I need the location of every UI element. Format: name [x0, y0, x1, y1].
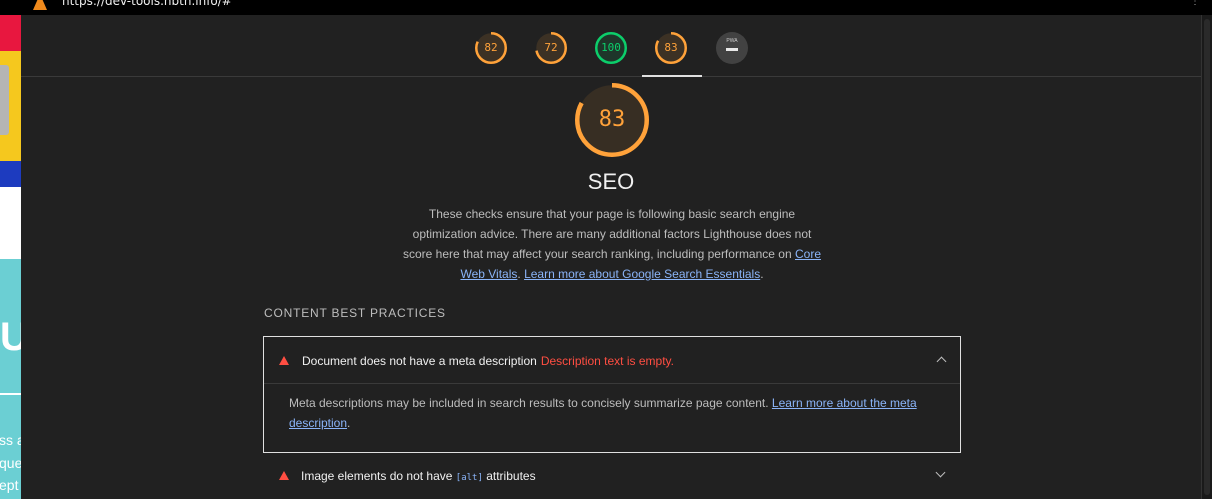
fail-triangle-icon	[279, 356, 289, 365]
bg-divider	[0, 393, 21, 395]
pwa-label: PWA	[726, 38, 738, 44]
chevron-up-icon[interactable]	[936, 356, 947, 367]
background-page-strip: U ss a que ept	[0, 15, 21, 499]
description-end: .	[760, 267, 764, 281]
selected-tab-underline	[642, 75, 702, 77]
bg-blue-block	[0, 161, 21, 187]
browser-address-bar: https://dev-tools.hbtn.info/# ⋮	[0, 0, 1212, 15]
audit-title-post: attributes	[486, 469, 536, 483]
gauge-seo[interactable]: 83	[655, 32, 687, 64]
audit-image-alt[interactable]: Image elements do not have [alt] attribu…	[263, 459, 961, 499]
traffic-cone-icon	[33, 0, 47, 10]
gauge-accessibility[interactable]: 72	[535, 32, 567, 64]
scrollbar[interactable]	[1201, 15, 1212, 499]
gauge-score: 72	[544, 41, 558, 54]
audit-description: Meta descriptions may be included in sea…	[289, 393, 939, 433]
audit-body-end: .	[347, 416, 351, 430]
search-essentials-link[interactable]: Learn more about Google Search Essential…	[524, 267, 760, 281]
fail-triangle-icon	[279, 471, 289, 480]
gauge-score: 83	[664, 41, 678, 54]
audit-error-text: Description text is empty.	[540, 354, 674, 368]
bg-red-block	[0, 15, 21, 51]
bg-letter-glyph: U	[0, 315, 21, 359]
audit-header[interactable]: Document does not have a meta descriptio…	[264, 337, 960, 384]
audit-title: Document does not have a meta descriptio…	[302, 354, 674, 368]
category-title: SEO	[587, 169, 635, 194]
bg-text-fragment: que	[0, 455, 21, 471]
gauge-best-practices[interactable]: 100	[595, 32, 627, 64]
kebab-menu-icon[interactable]: ⋮	[1190, 0, 1200, 8]
category-description: These checks ensure that your page is fo…	[401, 204, 823, 284]
bg-white-block	[0, 187, 21, 259]
bg-text-fragment: ept	[0, 477, 19, 493]
pwa-badge[interactable]: PWA	[716, 32, 748, 64]
gauge-performance[interactable]: 82	[475, 32, 507, 64]
score-gauges-bar: 82 72 100 83 PWA	[21, 15, 1201, 77]
category-score: 83	[598, 107, 626, 132]
description-separator: .	[517, 267, 521, 281]
chevron-down-icon[interactable]	[935, 467, 946, 478]
gauge-score: 100	[601, 41, 621, 54]
lighthouse-report-panel: 82 72 100 83 PWA 83 SEO These checks ens…	[21, 15, 1201, 499]
audit-title: Image elements do not have [alt] attribu…	[301, 469, 536, 483]
bg-gray-shape	[0, 65, 9, 135]
audit-title-pre: Image elements do not have	[301, 469, 453, 483]
description-text: These checks ensure that your page is fo…	[402, 207, 812, 261]
audit-body-text: Meta descriptions may be included in sea…	[289, 396, 769, 410]
pwa-dash-icon	[726, 48, 738, 51]
gauge-score: 82	[484, 41, 498, 54]
url-text[interactable]: https://dev-tools.hbtn.info/#	[62, 0, 232, 8]
bg-text-fragment: ss a	[0, 432, 21, 448]
scrollbar-thumb[interactable]	[1204, 19, 1210, 495]
section-title: CONTENT BEST PRACTICES	[264, 306, 446, 320]
audit-meta-description[interactable]: Document does not have a meta descriptio…	[263, 336, 961, 453]
alt-code: [alt]	[455, 473, 483, 483]
category-score-gauge: 83	[575, 83, 649, 157]
audit-title-text: Document does not have a meta descriptio…	[302, 354, 537, 368]
